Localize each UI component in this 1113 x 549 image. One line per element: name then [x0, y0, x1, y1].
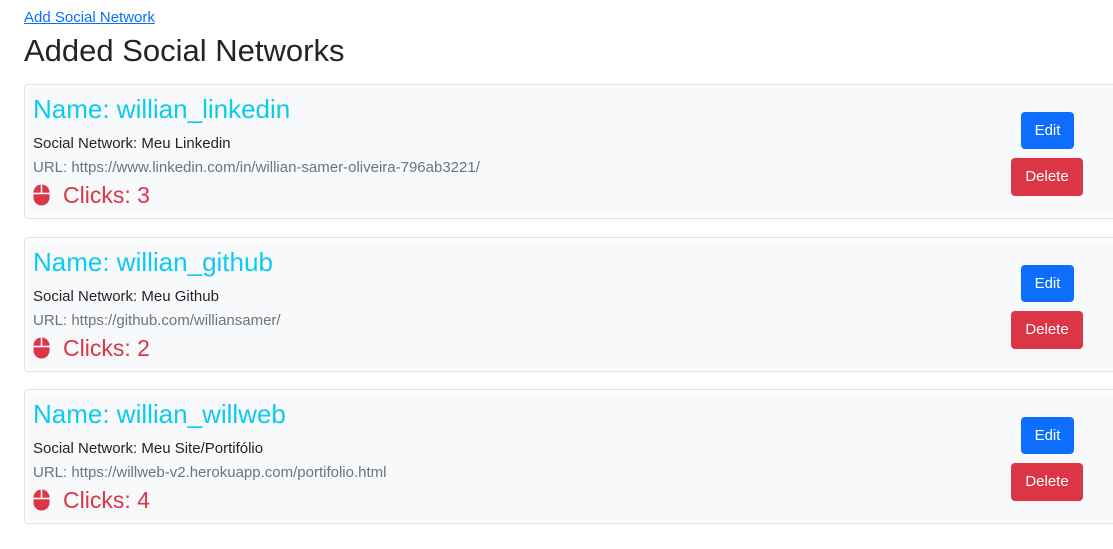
network-name: Name: willian_github: [33, 247, 273, 277]
network-url: URL: https://willweb-v2.herokuapp.com/po…: [33, 464, 387, 481]
network-name: Name: willian_linkedin: [33, 94, 291, 124]
mouse-icon: [33, 184, 50, 206]
mouse-icon: [33, 489, 50, 511]
clicks-count: Clicks: 3: [63, 182, 150, 208]
network-clicks: Clicks: 3: [33, 181, 150, 209]
network-clicks: Clicks: 4: [33, 486, 150, 514]
delete-button[interactable]: Delete: [1011, 463, 1083, 501]
network-name: Name: willian_willweb: [33, 399, 286, 429]
card-body: Name: willian_github Social Network: Meu…: [28, 241, 1113, 368]
edit-button[interactable]: Edit: [1021, 417, 1074, 454]
network-clicks: Clicks: 2: [33, 334, 150, 362]
edit-button[interactable]: Edit: [1021, 265, 1074, 302]
delete-button[interactable]: Delete: [1011, 311, 1083, 349]
clicks-count: Clicks: 4: [63, 487, 150, 513]
card-body: Name: willian_linkedin Social Network: M…: [28, 88, 1113, 215]
social-network-card: Name: willian_willweb Social Network: Me…: [24, 389, 1113, 524]
network-social-network: Social Network: Meu Site/Portifólio: [33, 440, 264, 457]
network-social-network: Social Network: Meu Github: [33, 288, 219, 305]
social-network-card: Name: willian_linkedin Social Network: M…: [24, 84, 1113, 219]
social-network-card: Name: willian_github Social Network: Meu…: [24, 237, 1113, 372]
card-body: Name: willian_willweb Social Network: Me…: [28, 393, 1113, 520]
network-url: URL: https://github.com/williansamer/: [33, 312, 281, 329]
page: Add Social Network Added Social Networks…: [0, 0, 1113, 549]
add-social-network-link[interactable]: Add Social Network: [24, 9, 155, 27]
mouse-icon: [33, 337, 50, 359]
network-url: URL: https://www.linkedin.com/in/willian…: [33, 159, 480, 176]
edit-button[interactable]: Edit: [1021, 112, 1074, 149]
network-social-network: Social Network: Meu Linkedin: [33, 135, 231, 152]
delete-button[interactable]: Delete: [1011, 158, 1083, 196]
page-title: Added Social Networks: [24, 33, 345, 68]
clicks-count: Clicks: 2: [63, 335, 150, 361]
